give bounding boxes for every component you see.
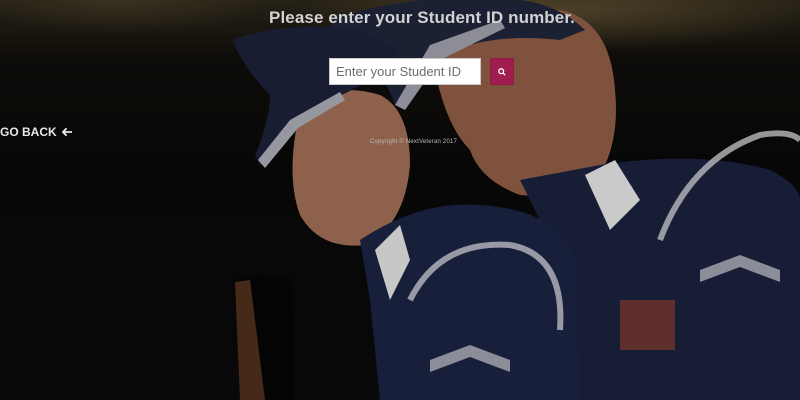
search-icon — [498, 67, 506, 76]
go-back-label: GO BACK — [0, 125, 57, 139]
arrow-left-icon — [61, 127, 72, 137]
student-id-input[interactable] — [329, 58, 481, 85]
search-button[interactable] — [490, 58, 514, 85]
copyright-text: Copyright © NextVeteran 2017 — [370, 139, 458, 145]
page-heading: Please enter your Student ID number. — [269, 8, 575, 27]
go-back-link[interactable]: GO BACK — [0, 125, 73, 139]
student-id-search — [329, 58, 514, 85]
